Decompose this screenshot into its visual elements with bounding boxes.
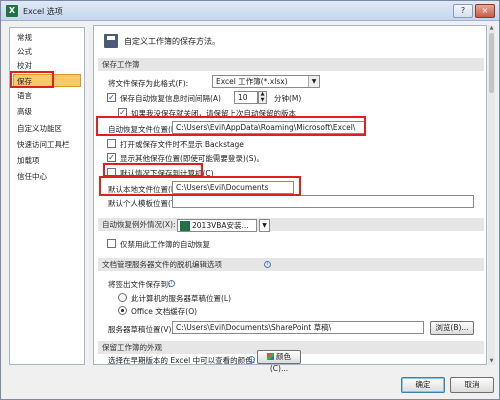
radio-server-drafts[interactable] [118, 293, 127, 302]
scrollbar-thumb[interactable] [489, 33, 494, 93]
exceptions-workbook-select[interactable]: 2013VBA安装... [177, 219, 257, 232]
personal-templates-label: 默认个人模板位置(T): [108, 199, 181, 208]
help-button[interactable]: ? [453, 4, 473, 18]
section-save-workbooks: 保存工作簿 [98, 58, 484, 71]
window-title: Excel 选项 [23, 7, 63, 16]
radio-server-drafts-label: 此计算机的服务器草稿位置(L) [131, 294, 232, 303]
section-offline-editing: 文档管理服务器文件的脱机编辑选项 [98, 258, 484, 271]
colors-button[interactable]: 颜色(C)... [257, 350, 301, 373]
chevron-down-icon: ▼ [308, 76, 319, 87]
panel-header: 自定义工作簿的保存方法。 [124, 37, 220, 46]
sidebar-item-formulas[interactable]: 公式 [14, 45, 82, 58]
sidebar-item-trust-center[interactable]: 信任中心 [14, 170, 82, 183]
radio-office-cache-label: Office 文档缓存(O) [131, 307, 198, 316]
colors-label: 选择在早期版本的 Excel 中可以查看的颜色: [108, 356, 256, 365]
info-icon: i [248, 356, 255, 363]
disable-autorecover-label: 仅禁用此工作簿的自动恢复 [120, 240, 210, 249]
annotation-highlight-save [10, 71, 54, 88]
sidebar-item-add-ins[interactable]: 加载项 [14, 154, 82, 167]
annotation-highlight-save-to-computer [103, 163, 203, 177]
excel-options-window: X Excel 选项 ? × 常规 公式 校对 保存 语言 高级 自定义功能区 … [0, 0, 500, 400]
close-button[interactable]: × [475, 4, 495, 18]
scroll-down-icon[interactable]: ▼ [488, 358, 495, 365]
show-other-locations-checkbox[interactable]: ✓ [107, 153, 116, 162]
section-autorecover-exceptions: 自动恢复例外情况(X): [98, 218, 484, 231]
format-select-value: Excel 工作簿(*.xlsx) [216, 77, 288, 86]
sidebar-item-advanced[interactable]: 高级 [14, 105, 82, 118]
radio-office-cache[interactable] [118, 306, 127, 315]
info-icon: i [168, 280, 175, 287]
sidebar-item-general[interactable]: 常规 [14, 31, 82, 44]
sidebar-item-language[interactable]: 语言 [14, 89, 82, 102]
format-select[interactable]: Excel 工作簿(*.xlsx) ▼ [212, 75, 320, 88]
no-backstage-label: 打开或保存文件时不显示 Backstage [120, 140, 244, 149]
drafts-location-label: 服务器草稿位置(V): [108, 325, 175, 334]
sidebar-item-customize-ribbon[interactable]: 自定义功能区 [14, 122, 82, 135]
annotation-highlight-default-local [99, 176, 301, 196]
info-icon: i [264, 261, 271, 268]
minutes-unit-label: 分钟(M) [274, 94, 302, 103]
personal-templates-input[interactable] [172, 195, 474, 208]
offline-editing-title: 文档管理服务器文件的脱机编辑选项 [102, 260, 222, 269]
disable-autorecover-checkbox[interactable] [107, 239, 116, 248]
minutes-spinner[interactable]: ▲ ▼ [258, 91, 267, 104]
sidebar-item-quick-access[interactable]: 快速访问工具栏 [14, 138, 82, 151]
format-label: 将文件保存为此格式(F): [108, 79, 189, 88]
cancel-button[interactable]: 取消 [450, 377, 494, 393]
palette-icon [267, 353, 274, 360]
title-bar: X Excel 选项 ? × [1, 1, 499, 21]
panel-scrollbar[interactable]: ▲ ▼ [488, 25, 495, 365]
drafts-location-input[interactable]: C:\Users\Evil\Documents\SharePoint 草稿\ [172, 321, 424, 334]
autorecover-minutes-input[interactable]: 10 [234, 91, 258, 104]
autorecover-checkbox[interactable]: ✓ [107, 93, 116, 102]
ok-button[interactable]: 确定 [401, 377, 445, 393]
no-backstage-checkbox[interactable] [107, 139, 116, 148]
excel-app-icon: X [6, 5, 18, 17]
annotation-highlight-autorecover-location [96, 116, 366, 136]
scroll-up-icon[interactable]: ▲ [488, 25, 495, 32]
autorecover-label: 保存自动恢复信息时间间隔(A) [120, 94, 221, 103]
checkout-label: 将签出文件保存到: [108, 280, 171, 289]
excel-workbook-icon [180, 221, 190, 231]
browse-button[interactable]: 浏览(B)... [430, 321, 474, 335]
autorecover-exceptions-title: 自动恢复例外情况(X): [102, 220, 176, 229]
exceptions-workbook-value: 2013VBA安装... [192, 221, 249, 230]
chevron-down-icon[interactable]: ▼ [259, 219, 270, 232]
save-disk-icon [104, 34, 118, 48]
